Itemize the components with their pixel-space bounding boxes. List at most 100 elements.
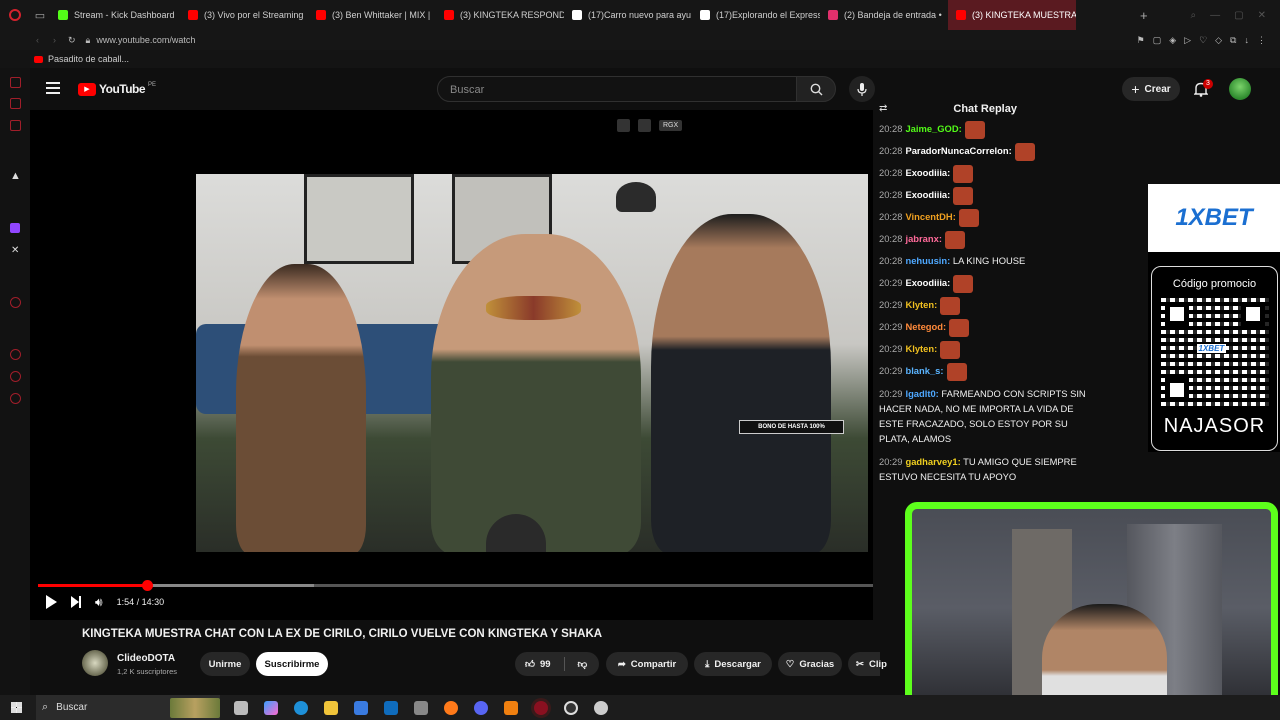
twitch-icon[interactable]: [10, 223, 20, 233]
like-button[interactable]: 👍︎ 99: [525, 658, 551, 671]
settings-icon[interactable]: [10, 393, 21, 404]
microphone-icon: [857, 82, 867, 96]
chat-time: 20:29: [879, 321, 903, 332]
reload-icon[interactable]: ↻: [68, 35, 76, 46]
chat-username[interactable]: Netegod:: [905, 321, 946, 332]
copilot-icon[interactable]: [264, 700, 278, 715]
vlc-icon[interactable]: [504, 700, 518, 715]
join-button[interactable]: Unirme: [200, 652, 250, 676]
search-tabs-icon[interactable]: ⌕: [1191, 10, 1197, 21]
promo-banner: BONO DE HASTA 100%: [739, 420, 844, 434]
chat-menu-icon[interactable]: ⇄: [879, 100, 887, 120]
thanks-button[interactable]: ♡ Gracias: [778, 652, 842, 676]
dislike-button[interactable]: 👎︎: [578, 658, 588, 670]
obs-icon[interactable]: [564, 700, 578, 715]
bookmark-item[interactable]: Pasadito de caball...: [48, 54, 129, 64]
discord-icon[interactable]: [474, 700, 488, 715]
browser-tab[interactable]: (3) Vivo por el Streaming: [180, 0, 308, 30]
file-explorer-icon[interactable]: [324, 700, 338, 715]
tab-favicon-icon: [188, 10, 198, 20]
browser-tab[interactable]: (2) Bandeja de entrada •: [820, 0, 948, 30]
next-icon[interactable]: [71, 596, 81, 608]
edge-icon[interactable]: [294, 700, 308, 715]
rgx-label[interactable]: RGX: [659, 120, 683, 131]
browser-tab[interactable]: (17)Carro nuevo para ayu: [564, 0, 692, 30]
hamburger-menu-icon[interactable]: [46, 82, 60, 94]
promo-code: NAJASOR: [1163, 415, 1266, 437]
download-button[interactable]: ⤓ Descargar: [694, 652, 772, 676]
task-view-icon[interactable]: [234, 700, 248, 715]
subscribe-button[interactable]: Suscribirme: [256, 652, 328, 676]
windows-start-icon[interactable]: [11, 702, 22, 713]
sidebar-icon-5[interactable]: [10, 297, 21, 308]
chat-username[interactable]: blank_s:: [905, 365, 943, 376]
chat-username[interactable]: Klyten:: [905, 299, 937, 310]
clip-button[interactable]: ✂ Clip: [848, 652, 887, 676]
chat-username[interactable]: gadharvey1:: [905, 456, 960, 467]
search-button[interactable]: [796, 76, 836, 102]
chat-emote-icon: [940, 340, 961, 359]
youtube-logo[interactable]: ▶ YouTube PE: [78, 82, 156, 96]
sidebar-icon-2[interactable]: [10, 77, 21, 88]
chat-username[interactable]: Jaime_GOD:: [905, 123, 961, 134]
chat-username[interactable]: Exoodiiia:: [905, 189, 950, 200]
browser-tab[interactable]: (3) KINGTEKA MUESTRA: [948, 0, 1076, 30]
store-icon[interactable]: [354, 700, 368, 715]
chat-time: 20:28: [879, 167, 903, 178]
chat-username[interactable]: lgadlt0:: [905, 388, 938, 399]
opera-gx-icon[interactable]: [534, 700, 548, 715]
browser-tab[interactable]: (3) Ben Whittaker | MIX |: [308, 0, 436, 30]
sidebar-icon-7[interactable]: [10, 371, 21, 382]
sidebar-icon-6[interactable]: [10, 349, 21, 360]
back-icon[interactable]: ‹: [36, 35, 39, 45]
taskbar-search[interactable]: ⌕ Buscar: [36, 695, 220, 720]
x-icon[interactable]: ✕: [11, 245, 19, 256]
copy-icon[interactable]: [617, 119, 630, 132]
browser-tab[interactable]: (17)Explorando el Express: [692, 0, 820, 30]
browser-tab[interactable]: Stream - Kick Dashboard: [50, 0, 180, 30]
chat-username[interactable]: nehuusin:: [905, 255, 950, 266]
chat-username[interactable]: jabranx:: [905, 233, 941, 244]
chat-message: 20:29 gadharvey1: TU AMIGO QUE SIEMPRE ES…: [879, 450, 1097, 488]
chat-username[interactable]: Exoodiiia:: [905, 167, 950, 178]
sidebar-icon-4[interactable]: [10, 120, 21, 131]
region-badge: PE: [148, 82, 157, 88]
tab-list-icon[interactable]: ▭: [30, 0, 50, 30]
maximize-icon[interactable]: ▢: [1234, 10, 1243, 21]
chat-username[interactable]: ParadorNuncaCorrelon:: [905, 145, 1011, 156]
browser-tab[interactable]: (3) KINGTEKA RESPONDE: [436, 0, 564, 30]
voice-search-button[interactable]: [849, 76, 875, 102]
forward-icon[interactable]: ›: [53, 35, 56, 45]
browser-logo-icon[interactable]: [0, 0, 30, 30]
aria-icon[interactable]: ▲: [10, 170, 21, 182]
chat-username[interactable]: Exoodiiia:: [905, 277, 950, 288]
search-icon: ⌕: [42, 701, 49, 713]
app-icon-2[interactable]: [594, 700, 608, 715]
volume-icon[interactable]: 🔊︎: [95, 595, 103, 610]
close-icon[interactable]: ✕: [1258, 10, 1266, 21]
subscribe-label: Suscribirme: [264, 658, 320, 670]
brand-logo: 1XBET: [1175, 204, 1253, 231]
browser-toolbar-icons[interactable]: ⚑▢◈▷♡◇⧉↓⋮: [1137, 35, 1274, 46]
firefox-icon[interactable]: [444, 700, 458, 715]
sidebar-icon-3[interactable]: [10, 98, 21, 109]
channel-name[interactable]: ClideoDOTA: [117, 653, 175, 664]
url-field[interactable]: www.youtube.com/watch: [96, 35, 195, 45]
search-input[interactable]: Buscar: [437, 76, 797, 102]
play-icon[interactable]: [46, 595, 57, 609]
chat-username[interactable]: VincentDH:: [905, 211, 955, 222]
chat-username[interactable]: Klyten:: [905, 343, 937, 354]
new-tab-button[interactable]: +: [1140, 8, 1160, 23]
chat-time: 20:29: [879, 343, 903, 354]
video-frame[interactable]: BONO DE HASTA 100%: [196, 174, 868, 552]
minimize-icon[interactable]: —: [1210, 10, 1220, 21]
progress-bar[interactable]: [38, 580, 873, 591]
share-button[interactable]: ➦ Compartir: [606, 652, 688, 676]
notifications-button[interactable]: 3: [1193, 79, 1213, 98]
channel-avatar[interactable]: [82, 650, 108, 676]
outlook-icon[interactable]: [384, 700, 398, 715]
create-button[interactable]: + Crear: [1122, 77, 1180, 101]
app-icon[interactable]: [414, 700, 428, 715]
enter-icon[interactable]: [638, 119, 651, 132]
avatar[interactable]: [1229, 78, 1251, 100]
